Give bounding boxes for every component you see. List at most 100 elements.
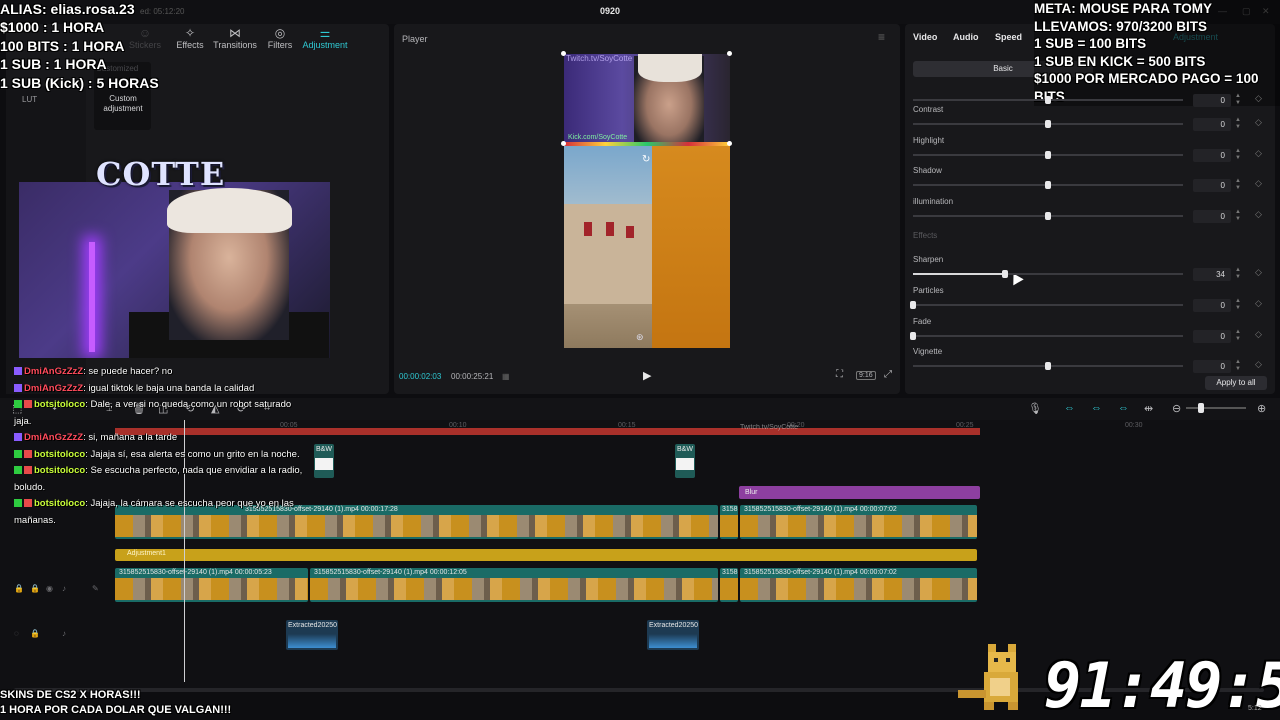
adjustment-label: Adjustment1 — [127, 550, 166, 557]
keyframe-icon[interactable]: ◇ — [1255, 178, 1262, 189]
keyframe-icon[interactable]: ◇ — [1255, 359, 1262, 370]
overlay-line: 100 BITS : 1 HORA — [0, 37, 125, 54]
stepper-icon[interactable]: ▲ ▼ — [1235, 329, 1241, 343]
speaker-icon[interactable]: ♪ — [62, 584, 66, 593]
adjust-slider-knob[interactable] — [1045, 212, 1051, 220]
adjust-slider-knob[interactable] — [1045, 151, 1051, 159]
snap-icon[interactable]: ⇔ — [1118, 402, 1129, 414]
adjust-slider-knob[interactable] — [1045, 362, 1051, 370]
adjust-value-input[interactable]: 34 — [1193, 268, 1231, 281]
stepper-icon[interactable]: ▲ ▼ — [1235, 298, 1241, 312]
ratio-button[interactable]: 9:16 — [856, 371, 876, 380]
keyframe-icon[interactable]: ◇ — [1255, 93, 1262, 104]
adjust-slider-knob[interactable] — [1045, 181, 1051, 189]
fit-icon[interactable]: ⛶ — [836, 369, 843, 380]
adjust-row: Vignette 0 ▲ ▼ ◇ — [913, 347, 1268, 375]
pencil-icon[interactable]: ✎ — [92, 584, 99, 593]
stepper-icon[interactable]: ▲ ▼ — [1235, 359, 1241, 373]
tab-video[interactable]: Video — [913, 32, 937, 42]
keyframe-icon[interactable]: ◇ — [1255, 298, 1262, 309]
play-button[interactable]: ▶ — [643, 369, 651, 382]
adjust-value-input[interactable]: 0 — [1193, 299, 1231, 312]
upper-video-clip[interactable]: 315852515830-offset-29140 (1).mp4 00:00:… — [740, 505, 977, 539]
video-preview[interactable]: Twitch.tv/SoyCotte Kick.com/SoyCotte ⊛ — [564, 54, 730, 348]
bot-badge-icon — [24, 466, 32, 475]
track-icon[interactable]: ◌ — [14, 629, 19, 638]
lut-category[interactable]: LUT — [22, 95, 37, 104]
adjust-value-input[interactable]: 0 — [1193, 118, 1231, 131]
bw-filter-clip[interactable]: B&W — [314, 444, 334, 478]
adjust-slider-knob[interactable] — [1045, 120, 1051, 128]
adjust-label: Sharpen — [913, 255, 944, 264]
keyframe-icon[interactable]: ◇ — [1255, 329, 1262, 340]
tab-audio[interactable]: Audio — [953, 32, 979, 42]
tool-adjustment[interactable]: ⚌ Adjustment — [300, 26, 350, 50]
link-icon[interactable]: ⇔ — [1064, 402, 1075, 414]
crop-handle[interactable] — [561, 51, 566, 56]
player-panel: Player ≡ Twitch.tv/SoyCotte Kick.com/Soy… — [394, 24, 900, 394]
fullscreen-icon[interactable]: ⤢ — [884, 369, 892, 380]
bw-filter-clip[interactable]: B&W — [675, 444, 695, 478]
crop-handle[interactable] — [561, 141, 566, 146]
purple-light — [89, 242, 95, 352]
extracted-audio-clip[interactable]: Extracted20250 — [286, 620, 338, 650]
overlay-line: 1 SUB EN KICK = 500 BITS — [1034, 53, 1206, 69]
stepper-icon[interactable]: ▲ ▼ — [1235, 209, 1241, 223]
adjust-slider-knob[interactable] — [1045, 96, 1051, 104]
blur-effect-clip[interactable]: Blur — [739, 486, 980, 499]
keyframe-icon[interactable]: ◇ — [1255, 267, 1262, 278]
stepper-icon[interactable]: ▲ ▼ — [1235, 148, 1241, 162]
main-video-clip[interactable]: 315852515830-offset-29140 (1).mp4 00:00:… — [740, 568, 977, 602]
keyframe-icon[interactable]: ◇ — [1255, 148, 1262, 159]
adjust-slider-knob[interactable] — [910, 332, 916, 340]
apply-to-all-button[interactable]: Apply to all — [1205, 376, 1267, 390]
preview-axis-icon[interactable]: ⇹ — [1144, 402, 1153, 415]
crop-handle[interactable] — [727, 141, 732, 146]
microphone-icon[interactable]: 🎙 — [1028, 402, 1042, 415]
adjust-value-input[interactable]: 0 — [1193, 179, 1231, 192]
adjust-slider-track[interactable] — [913, 335, 1183, 337]
adjust-slider-track[interactable] — [913, 304, 1183, 306]
adjustment-clip[interactable]: Adjustment1 — [115, 549, 977, 561]
tool-transitions[interactable]: ⋈ Transitions — [210, 26, 260, 50]
tool-effects[interactable]: ✧ Effects — [165, 26, 215, 50]
main-video-clip[interactable]: 3158 — [720, 568, 738, 602]
stepper-icon[interactable]: ▲ ▼ — [1235, 178, 1241, 192]
adjust-label: Contrast — [913, 105, 944, 114]
zoom-in-icon[interactable]: ⊕ — [1257, 402, 1266, 415]
keyframe-icon[interactable]: ◇ — [1255, 117, 1262, 128]
lock-icon[interactable]: 🔒 — [30, 629, 40, 638]
stepper-icon[interactable]: ▲ ▼ — [1235, 117, 1241, 131]
speaker-icon[interactable]: ♪ — [62, 629, 66, 638]
stepper-icon[interactable]: ▲ ▼ — [1235, 267, 1241, 281]
keyframe-icon[interactable]: ◇ — [1255, 209, 1262, 220]
main-video-clip[interactable]: 315852515830-offset-29140 (1).mp4 00:00:… — [115, 568, 308, 602]
adjust-slider-knob[interactable] — [910, 301, 916, 309]
tab-speed[interactable]: Speed — [995, 32, 1022, 42]
text-track-label: Twitch.tv/SoyCotte — [740, 424, 798, 431]
eye-icon[interactable]: ◉ — [46, 584, 53, 593]
audio-waveform — [649, 634, 697, 648]
zoom-track[interactable] — [1186, 407, 1246, 409]
lock-icon[interactable]: 🔒 — [14, 584, 24, 593]
tool-filters[interactable]: ◎ Filters — [255, 26, 305, 50]
zoom-slider[interactable] — [1198, 403, 1204, 413]
adjust-value-input[interactable]: 0 — [1193, 210, 1231, 223]
upper-video-clip[interactable]: 3158 — [720, 505, 738, 539]
zoom-out-icon[interactable]: ⊖ — [1172, 402, 1181, 415]
clip-thumbnails — [740, 578, 977, 600]
grid-icon[interactable]: ▦ — [502, 372, 510, 381]
chat-message: DmiAnGzZzZ: igual tiktok le baja una ban… — [14, 381, 304, 398]
chat-username: DmiAnGzZzZ — [24, 382, 84, 394]
adjust-value-input[interactable]: 0 — [1193, 149, 1231, 162]
adjust-slider-knob[interactable] — [1001, 270, 1008, 278]
crop-handle[interactable] — [727, 51, 732, 56]
main-video-clip[interactable]: 315852515830-offset-29140 (1).mp4 00:00:… — [310, 568, 718, 602]
rotate-icon[interactable]: ↻ — [642, 154, 650, 165]
adjust-value-input[interactable]: 0 — [1193, 330, 1231, 343]
adjust-value-input[interactable]: 0 — [1193, 360, 1231, 373]
player-menu-icon[interactable]: ≡ — [878, 30, 885, 44]
lock-icon[interactable]: 🔒 — [30, 584, 40, 593]
extracted-audio-clip[interactable]: Extracted20250 — [647, 620, 699, 650]
magnet-icon[interactable]: ⇔ — [1091, 402, 1102, 414]
